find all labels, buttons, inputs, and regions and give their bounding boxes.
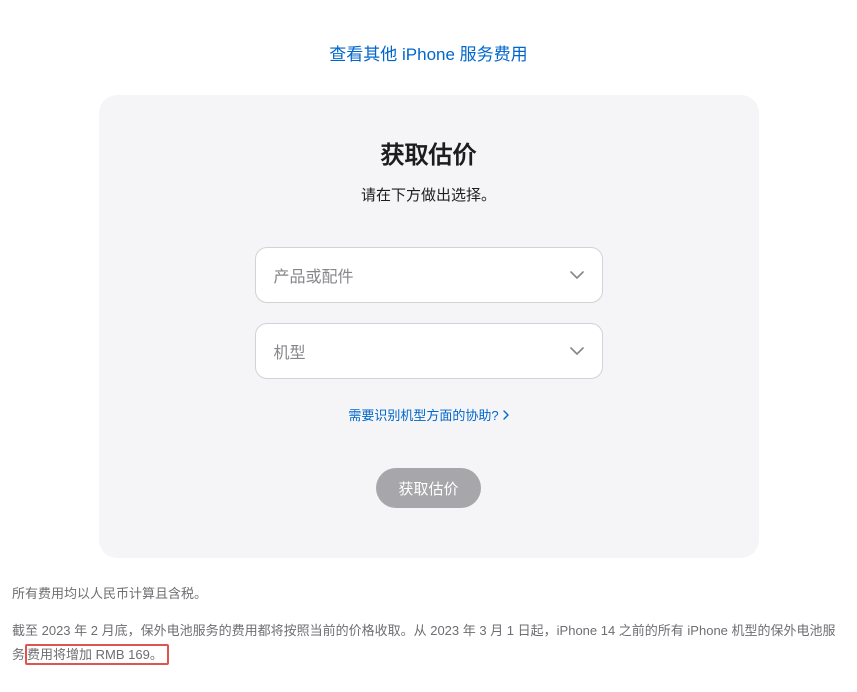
submit-wrap: 获取估价 — [149, 468, 709, 508]
model-select-placeholder: 机型 — [274, 339, 306, 363]
product-select[interactable]: 产品或配件 — [255, 247, 603, 303]
estimate-card: 获取估价 请在下方做出选择。 产品或配件 机型 需要识别机型方面的协助? 获取估… — [99, 95, 759, 558]
model-select[interactable]: 机型 — [255, 323, 603, 379]
footnote-price-change: 截至 2023 年 2 月底，保外电池服务的费用都将按照当前的价格收取。从 20… — [12, 619, 845, 668]
model-select-wrap: 机型 — [255, 323, 603, 379]
help-link-label: 需要识别机型方面的协助? — [348, 405, 498, 424]
chevron-right-icon — [503, 410, 509, 420]
card-title: 获取估价 — [149, 135, 709, 170]
chevron-down-icon — [570, 347, 584, 355]
identify-model-help-link[interactable]: 需要识别机型方面的协助? — [348, 405, 508, 424]
product-select-wrap: 产品或配件 — [255, 247, 603, 303]
chevron-down-icon — [570, 271, 584, 279]
product-select-placeholder: 产品或配件 — [274, 263, 354, 287]
highlighted-price-increase: 费用将增加 RMB 169。 — [25, 644, 169, 665]
other-service-fees-link[interactable]: 查看其他 iPhone 服务费用 — [329, 45, 527, 64]
top-link-wrap: 查看其他 iPhone 服务费用 — [0, 0, 857, 95]
footnote-currency: 所有费用均以人民币计算且含税。 — [12, 582, 845, 607]
card-subtitle: 请在下方做出选择。 — [149, 184, 709, 205]
footnotes: 所有费用均以人民币计算且含税。 截至 2023 年 2 月底，保外电池服务的费用… — [0, 558, 857, 692]
get-estimate-button[interactable]: 获取估价 — [376, 468, 480, 508]
